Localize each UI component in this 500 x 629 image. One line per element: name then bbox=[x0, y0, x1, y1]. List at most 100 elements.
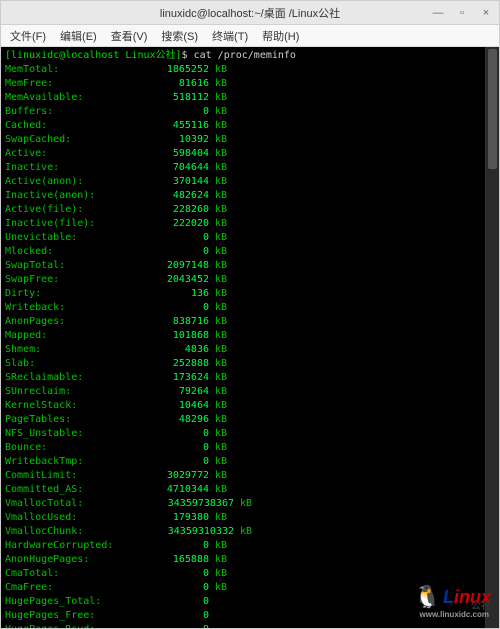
close-button[interactable]: × bbox=[479, 7, 493, 19]
meminfo-value: 136 bbox=[140, 287, 215, 301]
meminfo-output: MemTotal:1865252kBMemFree:81616kBMemAvai… bbox=[5, 63, 495, 628]
scrollbar-thumb[interactable] bbox=[488, 49, 497, 169]
meminfo-value: 482624 bbox=[140, 189, 215, 203]
meminfo-value: 0 bbox=[140, 441, 215, 455]
prompt-line-1: [linuxidc@localhost Linux公社]$ cat /proc/… bbox=[5, 49, 495, 63]
meminfo-unit: kB bbox=[240, 497, 252, 511]
meminfo-value: 10464 bbox=[140, 399, 215, 413]
menu-file[interactable]: 文件(F) bbox=[5, 26, 51, 46]
meminfo-row: Inactive:704644kB bbox=[5, 161, 495, 175]
meminfo-unit: kB bbox=[215, 287, 227, 301]
meminfo-value: 1865252 bbox=[140, 63, 215, 77]
menu-terminal[interactable]: 终端(T) bbox=[207, 26, 253, 46]
meminfo-row: WritebackTmp:0kB bbox=[5, 455, 495, 469]
meminfo-unit: kB bbox=[215, 189, 227, 203]
meminfo-key: CmaFree: bbox=[5, 581, 140, 595]
titlebar[interactable]: linuxidc@localhost:~/桌面 /Linux公社 — ▫ × bbox=[1, 1, 499, 25]
meminfo-value: 704644 bbox=[140, 161, 215, 175]
menu-edit[interactable]: 编辑(E) bbox=[55, 26, 102, 46]
meminfo-unit: kB bbox=[215, 469, 227, 483]
meminfo-row: MemAvailable:518112kB bbox=[5, 91, 495, 105]
meminfo-row: Cached:455116kB bbox=[5, 119, 495, 133]
meminfo-row: SUnreclaim:79264kB bbox=[5, 385, 495, 399]
meminfo-unit: kB bbox=[215, 581, 227, 595]
meminfo-unit: kB bbox=[215, 273, 227, 287]
meminfo-value: 598404 bbox=[140, 147, 215, 161]
meminfo-unit: kB bbox=[215, 567, 227, 581]
meminfo-value: 173624 bbox=[140, 371, 215, 385]
terminal-body[interactable]: [linuxidc@localhost Linux公社]$ cat /proc/… bbox=[1, 47, 499, 628]
meminfo-row: Inactive(anon):482624kB bbox=[5, 189, 495, 203]
meminfo-key: SwapCached: bbox=[5, 133, 140, 147]
meminfo-unit: kB bbox=[215, 91, 227, 105]
meminfo-key: Slab: bbox=[5, 357, 140, 371]
meminfo-row: VmallocTotal:34359738367kB bbox=[5, 497, 495, 511]
meminfo-key: Cached: bbox=[5, 119, 140, 133]
meminfo-unit: kB bbox=[215, 315, 227, 329]
meminfo-row: HugePages_Rsvd:0 bbox=[5, 623, 495, 628]
meminfo-value: 4710344 bbox=[140, 483, 215, 497]
meminfo-row: PageTables:48296kB bbox=[5, 413, 495, 427]
meminfo-row: NFS_Unstable:0kB bbox=[5, 427, 495, 441]
meminfo-unit: kB bbox=[215, 63, 227, 77]
meminfo-key: Dirty: bbox=[5, 287, 140, 301]
menu-search[interactable]: 搜索(S) bbox=[156, 26, 203, 46]
meminfo-row: MemTotal:1865252kB bbox=[5, 63, 495, 77]
meminfo-row: SwapFree:2043452kB bbox=[5, 273, 495, 287]
meminfo-row: MemFree:81616kB bbox=[5, 77, 495, 91]
meminfo-value: 0 bbox=[140, 595, 215, 609]
meminfo-value: 48296 bbox=[140, 413, 215, 427]
prompt-user: [linuxidc@localhost Linux公社] bbox=[5, 50, 182, 61]
meminfo-row: Slab:252888kB bbox=[5, 357, 495, 371]
meminfo-value: 0 bbox=[140, 245, 215, 259]
meminfo-unit: kB bbox=[215, 217, 227, 231]
meminfo-key: HugePages_Rsvd: bbox=[5, 623, 140, 628]
menubar: 文件(F) 编辑(E) 查看(V) 搜索(S) 终端(T) 帮助(H) bbox=[1, 25, 499, 47]
meminfo-key: SUnreclaim: bbox=[5, 385, 140, 399]
meminfo-row: Bounce:0kB bbox=[5, 441, 495, 455]
meminfo-unit: kB bbox=[215, 147, 227, 161]
meminfo-key: AnonHugePages: bbox=[5, 553, 140, 567]
meminfo-key: VmallocChunk: bbox=[5, 525, 140, 539]
minimize-button[interactable]: — bbox=[431, 7, 445, 19]
meminfo-value: 455116 bbox=[140, 119, 215, 133]
meminfo-key: MemAvailable: bbox=[5, 91, 140, 105]
meminfo-key: Inactive(file): bbox=[5, 217, 140, 231]
meminfo-unit: kB bbox=[215, 399, 227, 413]
meminfo-key: HugePages_Free: bbox=[5, 609, 140, 623]
meminfo-unit: kB bbox=[215, 161, 227, 175]
meminfo-value: 2043452 bbox=[140, 273, 215, 287]
meminfo-key: Active: bbox=[5, 147, 140, 161]
meminfo-key: Inactive(anon): bbox=[5, 189, 140, 203]
meminfo-value: 0 bbox=[140, 301, 215, 315]
meminfo-key: Mapped: bbox=[5, 329, 140, 343]
meminfo-value: 3029772 bbox=[140, 469, 215, 483]
meminfo-value: 165888 bbox=[140, 553, 215, 567]
meminfo-unit: kB bbox=[215, 343, 227, 357]
meminfo-value: 2097148 bbox=[140, 259, 215, 273]
scrollbar[interactable] bbox=[485, 47, 499, 628]
meminfo-value: 10392 bbox=[140, 133, 215, 147]
meminfo-unit: kB bbox=[215, 413, 227, 427]
meminfo-unit: kB bbox=[215, 483, 227, 497]
meminfo-row: Active:598404kB bbox=[5, 147, 495, 161]
menu-view[interactable]: 查看(V) bbox=[106, 26, 153, 46]
meminfo-key: HugePages_Total: bbox=[5, 595, 140, 609]
meminfo-row: CmaFree:0kB bbox=[5, 581, 495, 595]
meminfo-key: Committed_AS: bbox=[5, 483, 140, 497]
meminfo-key: Bounce: bbox=[5, 441, 140, 455]
meminfo-unit: kB bbox=[215, 133, 227, 147]
meminfo-key: Unevictable: bbox=[5, 231, 140, 245]
meminfo-value: 228260 bbox=[140, 203, 215, 217]
meminfo-value: 0 bbox=[140, 567, 215, 581]
meminfo-unit: kB bbox=[215, 231, 227, 245]
meminfo-key: KernelStack: bbox=[5, 399, 140, 413]
meminfo-key: VmallocUsed: bbox=[5, 511, 140, 525]
maximize-button[interactable]: ▫ bbox=[455, 7, 469, 19]
meminfo-key: SwapFree: bbox=[5, 273, 140, 287]
menu-help[interactable]: 帮助(H) bbox=[257, 26, 304, 46]
meminfo-unit: kB bbox=[215, 329, 227, 343]
meminfo-unit: kB bbox=[215, 455, 227, 469]
meminfo-key: Active(file): bbox=[5, 203, 140, 217]
meminfo-row: VmallocUsed:179380kB bbox=[5, 511, 495, 525]
